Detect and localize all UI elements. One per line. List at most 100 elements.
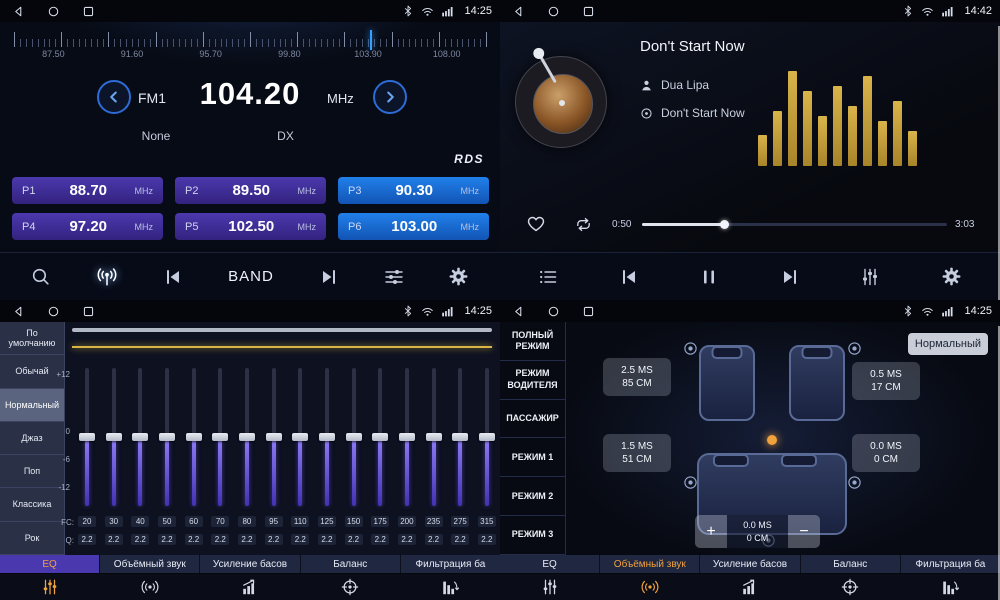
profile-button[interactable]: Нормальный [908,333,988,355]
eq-preset-classic[interactable]: Классика [0,488,64,521]
eq-band-slider[interactable] [131,362,149,512]
tune-down-button[interactable] [97,80,131,114]
band-button[interactable]: BAND [228,268,274,285]
tuner-ruler[interactable] [14,27,486,47]
tab-balance[interactable]: Баланс [801,555,901,573]
delay-front-right[interactable]: 0.5 MS 17 CM [852,362,920,400]
eq-fc-value: 125 [318,516,336,527]
nav-home-icon[interactable] [47,305,60,318]
tab-surround[interactable]: Объёмный звук [600,555,700,573]
delay-front-left[interactable]: 2.5 MS 85 CM [603,358,671,396]
tab-surround[interactable]: Объёмный звук [100,555,200,573]
delay-rear-left[interactable]: 1.5 MS 51 CM [603,434,671,472]
tab-filter[interactable]: Фильтрация ба [401,555,500,573]
eq-band-slider[interactable] [265,362,283,512]
mode-passenger[interactable]: ПАССАЖИР [500,400,565,439]
repeat-button[interactable] [574,215,593,234]
tab-bass-boost[interactable]: Усиление басов [700,555,800,573]
nav-recents-icon[interactable] [582,305,595,318]
tune-up-button[interactable] [373,80,407,114]
mode-1[interactable]: РЕЖИМ 1 [500,438,565,477]
nav-back-icon[interactable] [512,5,525,18]
eq-preset-normal[interactable]: Нормальный [0,389,64,422]
decrease-button[interactable]: − [788,515,820,548]
settings-button[interactable] [941,266,962,287]
progress-knob[interactable] [720,220,729,229]
scan-button[interactable] [30,266,51,287]
nav-back-icon[interactable] [12,305,25,318]
eq-band-slider[interactable] [398,362,416,512]
eq-band-slider[interactable] [238,362,256,512]
nav-back-icon[interactable] [12,5,25,18]
eq-band-slider[interactable] [318,362,336,512]
mode-full[interactable]: ПОЛНЫЙ РЕЖИМ [500,322,565,361]
eq-band-slider[interactable] [211,362,229,512]
filter-tab-icon[interactable] [400,574,500,600]
vertical-sliders-icon [860,267,880,287]
next-track-button[interactable] [780,267,800,287]
nav-home-icon[interactable] [547,305,560,318]
eq-band-slider[interactable] [185,362,203,512]
eq-preset-default[interactable]: По умолчанию [0,322,64,355]
eq-band-slider[interactable] [345,362,363,512]
mixer-button[interactable] [860,267,880,287]
preset-button-p3[interactable]: P3 90.30 MHz [338,177,489,204]
nav-recents-icon[interactable] [82,305,95,318]
bass-boost-tab-icon[interactable] [200,574,300,600]
eq-band-slider[interactable] [478,362,496,512]
visualizer-bar [848,106,857,166]
tab-bass-boost[interactable]: Усиление басов [200,555,300,573]
preset-button-p1[interactable]: P1 88.70 MHz [12,177,163,204]
nav-back-icon[interactable] [512,305,525,318]
eq-band-slider[interactable] [78,362,96,512]
eq-tab-icon[interactable] [500,574,600,600]
nav-recents-icon[interactable] [82,5,95,18]
pause-button[interactable] [699,267,719,287]
mode-3[interactable]: РЕЖИМ 3 [500,516,565,555]
bass-boost-tab-icon[interactable] [700,574,800,600]
preset-button-p6[interactable]: P6 103.00 MHz [338,213,489,240]
eq-tab-icon[interactable] [0,574,100,600]
eq-band-slider[interactable] [158,362,176,512]
increase-button[interactable]: + [695,515,727,548]
next-station-button[interactable] [319,267,339,287]
ruler-tick [20,39,21,47]
eq-band-slider[interactable] [291,362,309,512]
tab-eq[interactable]: EQ [500,555,600,573]
surround-tab-icon[interactable] [100,574,200,600]
listening-position-dot[interactable] [767,435,777,445]
balance-tab-icon[interactable] [800,574,900,600]
delay-ms: 2.5 MS [621,364,653,378]
nav-home-icon[interactable] [47,5,60,18]
previous-station-button[interactable] [163,267,183,287]
eq-band-slider[interactable] [425,362,443,512]
tab-balance[interactable]: Баланс [301,555,401,573]
nav-recents-icon[interactable] [582,5,595,18]
eq-band-slider[interactable] [451,362,469,512]
preset-button-p2[interactable]: P2 89.50 MHz [175,177,326,204]
nav-home-icon[interactable] [547,5,560,18]
settings-button[interactable] [448,266,469,287]
mode-driver[interactable]: РЕЖИМ ВОДИТЕЛЯ [500,361,565,400]
balance-tab-icon[interactable] [300,574,400,600]
eq-settings-button[interactable] [384,267,404,287]
delay-rear-right[interactable]: 0.0 MS 0 CM [852,434,920,472]
tab-eq[interactable]: EQ [0,555,100,573]
mode-2[interactable]: РЕЖИМ 2 [500,477,565,516]
radio-source-button[interactable] [96,266,118,288]
tab-filter[interactable]: Фильтрация ба [901,555,1000,573]
queue-button[interactable] [538,267,558,287]
eq-band-slider[interactable] [105,362,123,512]
surround-tab-icon[interactable] [600,574,700,600]
previous-track-button[interactable] [619,267,639,287]
preset-button-p5[interactable]: P5 102.50 MHz [175,213,326,240]
eq-scrollbar[interactable] [72,328,492,332]
tuner-pointer[interactable] [370,30,372,50]
preset-button-p4[interactable]: P4 97.20 MHz [12,213,163,240]
eq-q-value: 2.2 [478,534,496,545]
progress-bar[interactable] [642,223,947,226]
eq-band-slider[interactable] [371,362,389,512]
radio-screen: 14:25 87.50 91.60 95.70 99.80 103.90 108… [0,0,500,300]
favorite-button[interactable] [526,214,546,234]
filter-tab-icon[interactable] [900,574,1000,600]
